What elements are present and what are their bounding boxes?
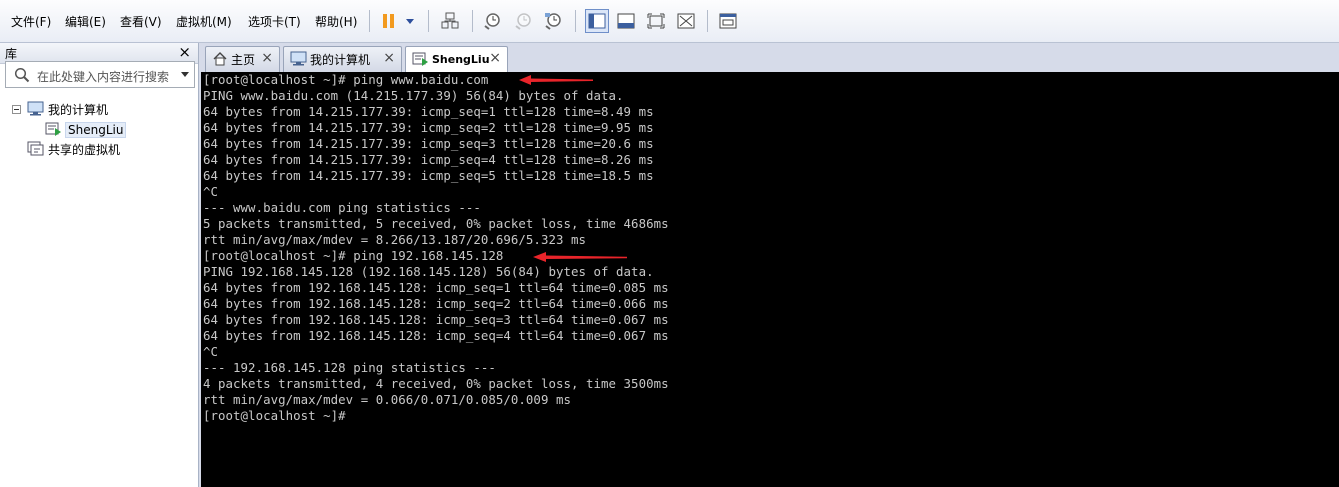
tree-collapse-toggle[interactable] xyxy=(12,105,21,114)
chevron-down-icon[interactable] xyxy=(181,72,189,77)
fullscreen-icon[interactable] xyxy=(616,11,636,31)
terminal-line: 64 bytes from 14.215.177.39: icmp_seq=5 … xyxy=(203,168,654,183)
tab-home[interactable]: 主页 × xyxy=(205,46,280,72)
library-title: 库 xyxy=(5,47,18,61)
terminal-line: 64 bytes from 192.168.145.128: icmp_seq=… xyxy=(203,280,669,295)
terminal-line: 4 packets transmitted, 4 received, 0% pa… xyxy=(203,376,669,391)
menu-help[interactable]: 帮助(H) xyxy=(315,13,357,30)
terminal-line: 64 bytes from 14.215.177.39: icmp_seq=1 … xyxy=(203,104,654,119)
tab-close-icon[interactable]: × xyxy=(383,50,395,66)
toolbar-separator xyxy=(575,10,576,32)
toolbar-separator xyxy=(707,10,708,32)
terminal-line: [root@localhost ~]# ping 192.168.145.128 xyxy=(203,248,504,263)
terminal-line: rtt min/avg/max/mdev = 8.266/13.187/20.6… xyxy=(203,232,586,247)
tab-shengliu[interactable]: ShengLiu × xyxy=(405,46,508,72)
thumbnail-view-icon[interactable] xyxy=(718,11,738,31)
vm-console-terminal[interactable]: [root@localhost ~]# ping www.baidu.com P… xyxy=(201,72,1339,487)
toolbar-separator xyxy=(428,10,429,32)
terminal-line: PING 192.168.145.128 (192.168.145.128) 5… xyxy=(203,264,654,279)
computer-icon xyxy=(27,101,44,119)
search-icon xyxy=(14,67,30,86)
terminal-line: 64 bytes from 14.215.177.39: icmp_seq=4 … xyxy=(203,152,654,167)
tab-close-icon[interactable]: × xyxy=(261,50,273,66)
tab-label: 主页 xyxy=(231,53,256,67)
terminal-line: ^C xyxy=(203,184,219,199)
send-ctrl-alt-del-icon[interactable] xyxy=(440,11,460,31)
terminal-line: PING www.baidu.com (14.215.177.39) 56(84… xyxy=(203,88,624,103)
terminal-line: 64 bytes from 192.168.145.128: icmp_seq=… xyxy=(203,312,669,327)
computer-icon xyxy=(290,51,307,69)
snapshot-icon[interactable] xyxy=(482,11,502,31)
annotation-arrow-icon xyxy=(533,252,627,262)
tree-item-shengliu[interactable]: ShengLiu xyxy=(45,120,127,139)
terminal-line: [root@localhost ~]# ping www.baidu.com xyxy=(203,72,489,87)
tree-item-my-computer[interactable]: 我的计算机 xyxy=(27,100,108,119)
pause-icon[interactable] xyxy=(379,11,399,31)
dropdown-icon[interactable] xyxy=(400,11,420,31)
vm-running-icon xyxy=(412,51,429,69)
menu-file[interactable]: 文件(F) xyxy=(11,13,51,30)
terminal-line: rtt min/avg/max/mdev = 0.066/0.071/0.085… xyxy=(203,392,571,407)
home-icon xyxy=(212,51,228,69)
tab-label: ShengLiu xyxy=(432,53,490,66)
library-close-button[interactable]: × xyxy=(178,43,191,61)
terminal-line: 64 bytes from 192.168.145.128: icmp_seq=… xyxy=(203,328,669,343)
console-view-icon[interactable] xyxy=(585,9,609,33)
terminal-line: --- 192.168.145.128 ping statistics --- xyxy=(203,360,496,375)
annotation-arrow-icon xyxy=(519,75,593,85)
terminal-line: 64 bytes from 192.168.145.128: icmp_seq=… xyxy=(203,296,669,311)
vm-running-icon xyxy=(45,121,62,139)
terminal-line: --- www.baidu.com ping statistics --- xyxy=(203,200,481,215)
shared-vms-icon xyxy=(27,141,44,159)
terminal-line: 64 bytes from 14.215.177.39: icmp_seq=3 … xyxy=(203,136,654,151)
terminal-line: 5 packets transmitted, 5 received, 0% pa… xyxy=(203,216,669,231)
tab-close-icon[interactable]: × xyxy=(489,50,501,66)
tab-strip: 主页 × 我的计算机 × ShengLiu × xyxy=(200,43,1339,72)
menu-edit[interactable]: 编辑(E) xyxy=(65,13,106,30)
menu-tabs[interactable]: 选项卡(T) xyxy=(248,13,301,30)
toolbar-separator xyxy=(369,10,370,32)
tree-item-label: 我的计算机 xyxy=(48,103,109,117)
revert-snapshot-icon[interactable] xyxy=(513,11,533,31)
snapshot-manager-icon[interactable] xyxy=(543,11,563,31)
terminal-line: ^C xyxy=(203,344,219,359)
menu-toolbar-bar: 文件(F) 编辑(E) 查看(V) 虚拟机(M) 选项卡(T) 帮助(H) xyxy=(0,0,1339,43)
menu-vm[interactable]: 虚拟机(M) xyxy=(176,13,232,30)
terminal-line: [root@localhost ~]# xyxy=(203,408,346,423)
tree-item-shared-vms[interactable]: 共享的虚拟机 xyxy=(27,140,120,159)
search-placeholder: 在此处键入内容进行搜索 xyxy=(37,70,170,84)
tree-item-label: 共享的虚拟机 xyxy=(48,143,121,157)
terminal-line: 64 bytes from 14.215.177.39: icmp_seq=2 … xyxy=(203,120,654,135)
unity-icon[interactable] xyxy=(646,11,666,31)
tab-label: 我的计算机 xyxy=(310,53,371,67)
toolbar-separator xyxy=(472,10,473,32)
tree-item-label: ShengLiu xyxy=(65,121,127,138)
menu-view[interactable]: 查看(V) xyxy=(120,13,162,30)
tab-my-computer[interactable]: 我的计算机 × xyxy=(283,46,402,72)
stretch-icon[interactable] xyxy=(676,11,696,31)
library-search-input[interactable]: 在此处键入内容进行搜索 xyxy=(5,61,195,88)
